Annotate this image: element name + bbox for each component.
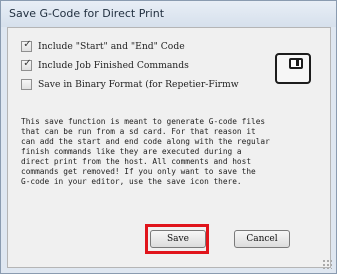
title-bar[interactable]: Save G-Code for Direct Print <box>1 1 336 27</box>
description-line: commands get removed! If you only want t… <box>21 167 256 176</box>
description-line: direct print from the host. All comments… <box>21 157 252 166</box>
checkmark-icon: ✓ <box>23 57 32 69</box>
dialog-content: ✓ Include "Start" and "End" Code ✓ Inclu… <box>7 27 331 268</box>
checkmark-icon: ✓ <box>23 38 32 50</box>
save-highlight-box <box>145 224 209 254</box>
description-line: that can be run from a sd card. For that… <box>21 127 256 136</box>
description-text: This save function is meant to generate … <box>21 117 323 187</box>
include-start-end-checkbox[interactable]: ✓ <box>21 38 32 52</box>
floppy-disk-icon <box>275 53 311 84</box>
include-job-finished-label: Include Job Finished Commands <box>38 59 189 71</box>
binary-format-label: Save in Binary Format (for Repetier-Firm… <box>38 78 239 90</box>
description-line: G-code in your editor, use the save icon… <box>21 177 242 186</box>
binary-format-checkbox[interactable] <box>21 78 32 90</box>
description-line: This save function is meant to generate … <box>21 117 266 126</box>
cancel-button[interactable]: Cancel <box>234 230 290 248</box>
include-start-end-option[interactable]: ✓ Include "Start" and "End" Code <box>21 39 185 53</box>
dialog-title: Save G-Code for Direct Print <box>9 7 165 20</box>
binary-format-option[interactable]: Save in Binary Format (for Repetier-Firm… <box>21 77 239 91</box>
description-line: finish commands like they are executed d… <box>21 147 242 156</box>
resize-grip[interactable] <box>322 259 332 269</box>
floppy-slot <box>296 60 299 66</box>
description-line: can add the start and end code along wit… <box>21 137 270 146</box>
save-gcode-dialog: Save G-Code for Direct Print ✓ Include "… <box>0 0 337 274</box>
include-job-finished-checkbox[interactable]: ✓ <box>21 57 32 71</box>
include-start-end-label: Include "Start" and "End" Code <box>38 40 185 52</box>
include-job-finished-option[interactable]: ✓ Include Job Finished Commands <box>21 58 189 72</box>
